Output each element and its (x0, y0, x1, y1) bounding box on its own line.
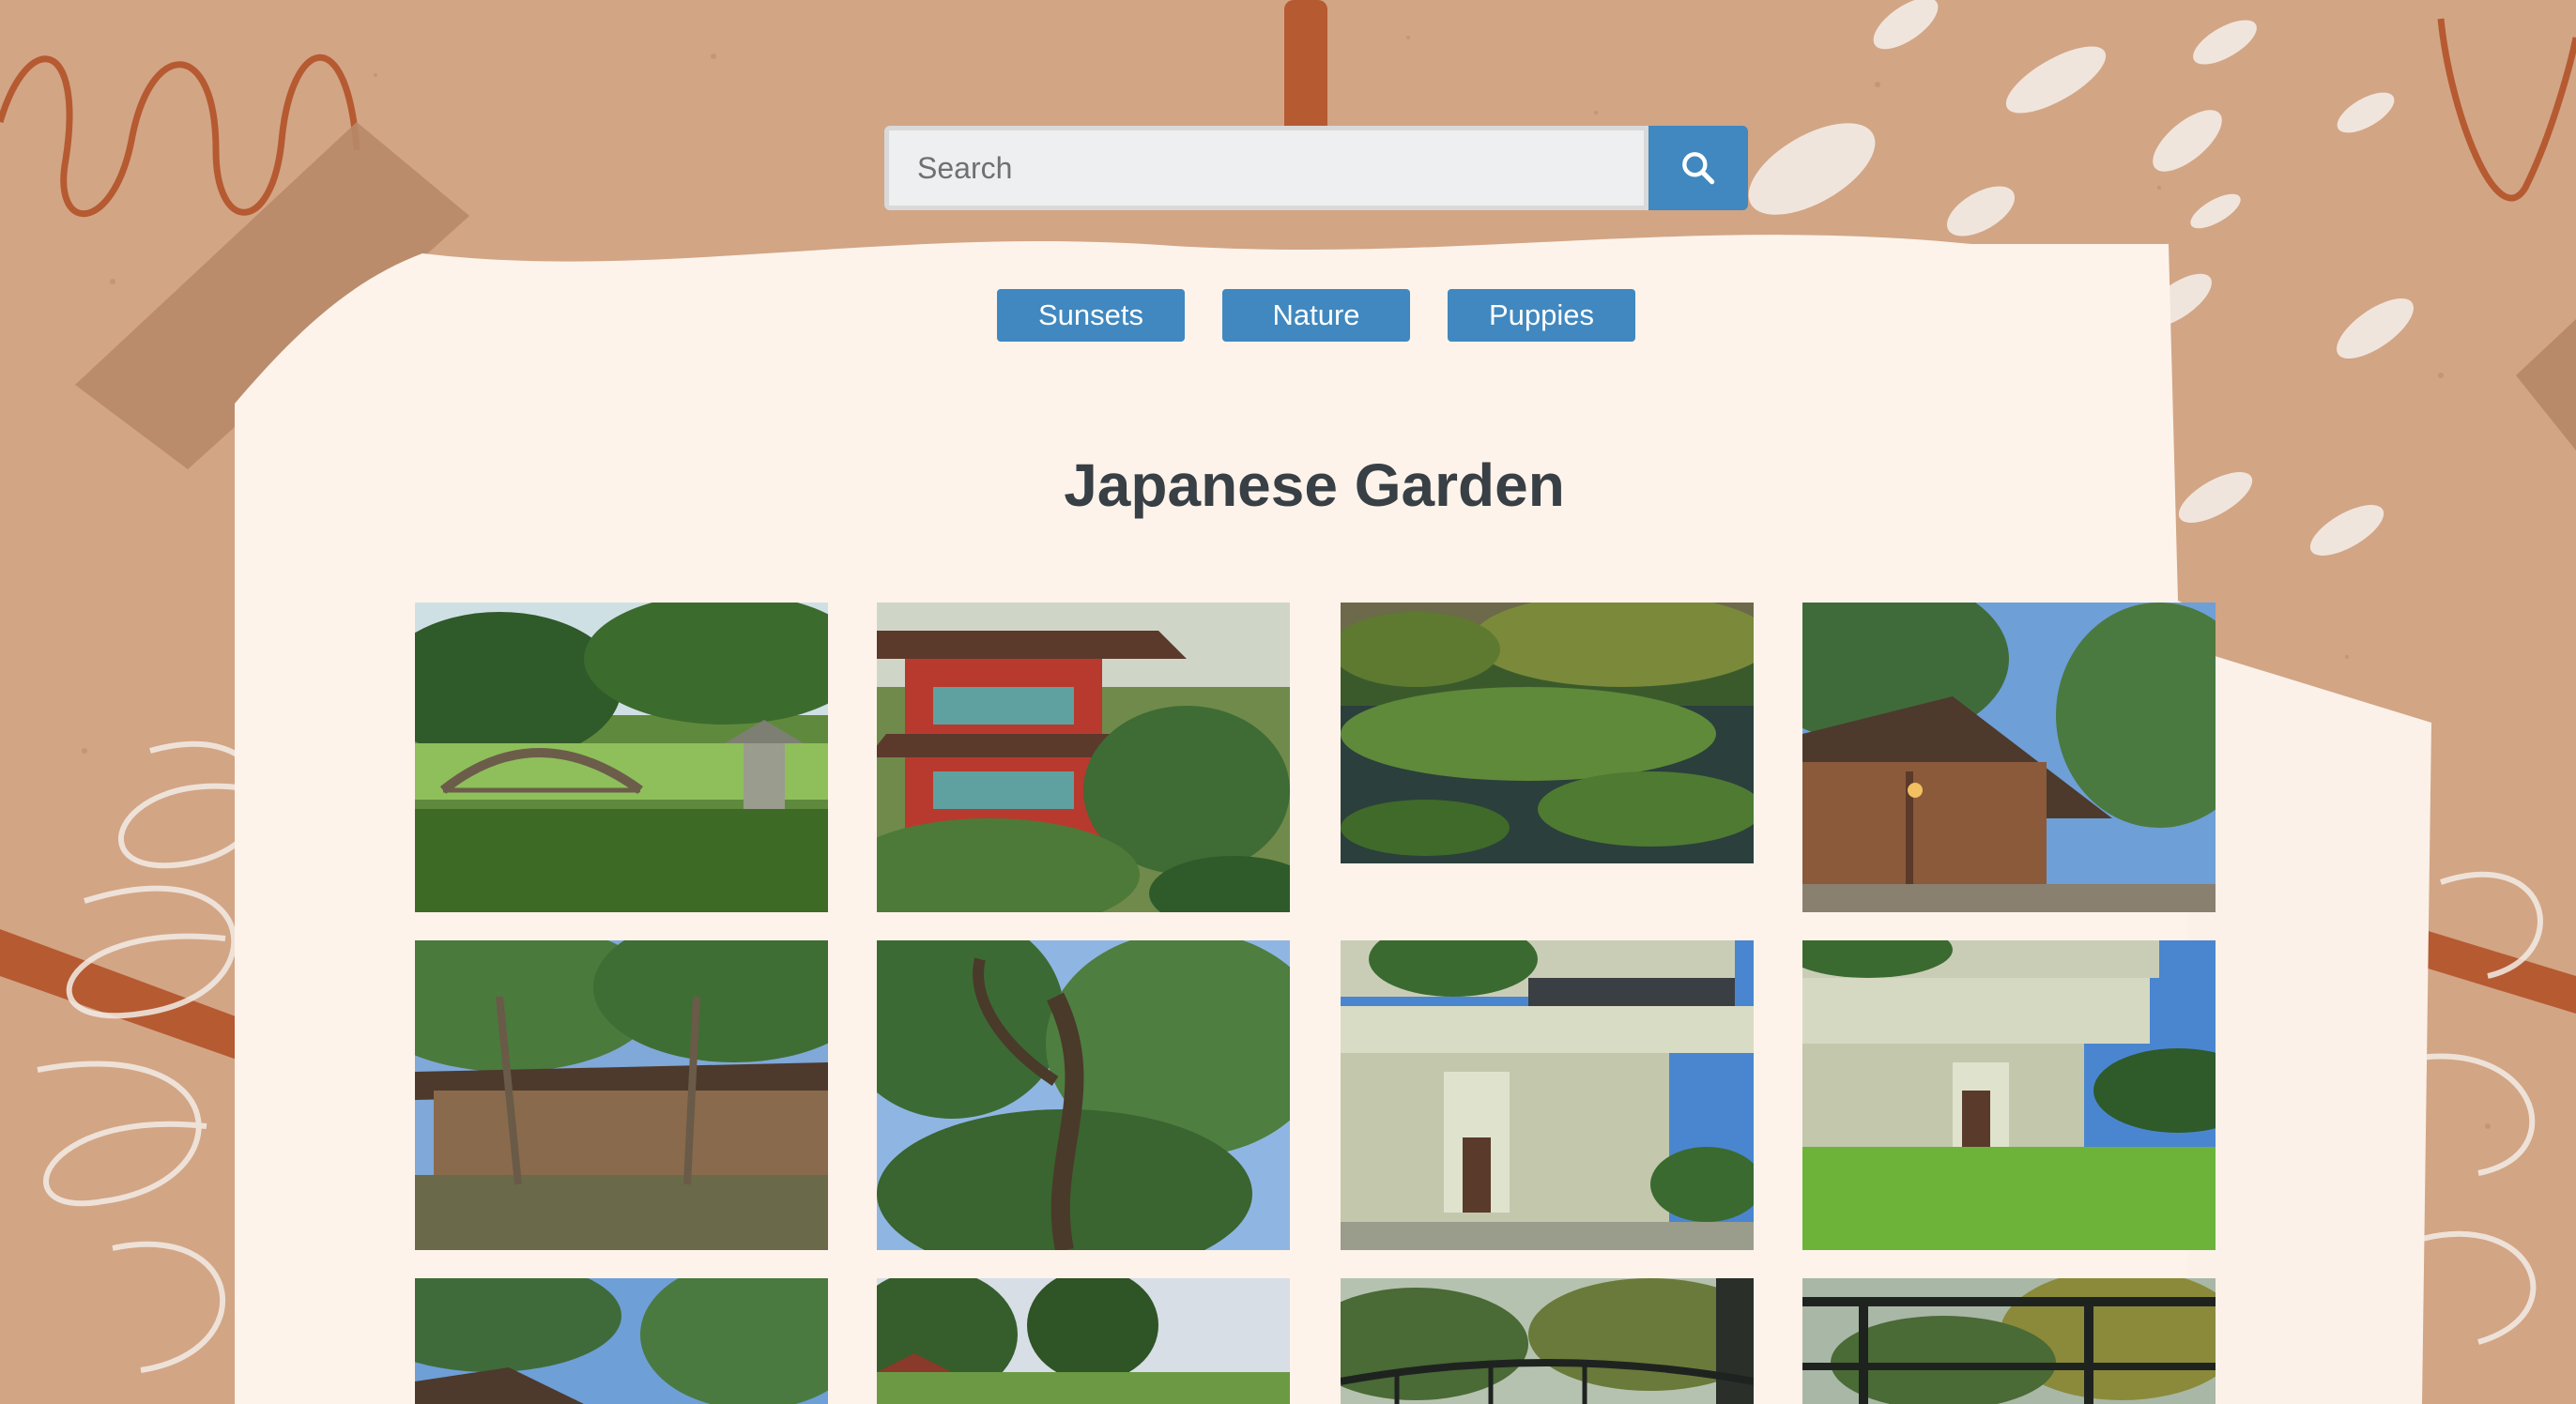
tag-nature-button[interactable]: Nature (1222, 289, 1410, 342)
tag-sunsets-button[interactable]: Sunsets (997, 289, 1185, 342)
photo-autumn-railing[interactable] (1802, 1278, 2216, 1404)
photo-wooden-pavilion[interactable] (1802, 603, 2216, 912)
search-icon (1682, 152, 1715, 185)
gallery-title: Japanese Garden (1064, 451, 1565, 519)
photo-lily-pond[interactable] (1341, 603, 1754, 863)
tag-buttons: Sunsets Nature Puppies (997, 289, 1635, 342)
photo-park-lawn[interactable] (877, 1278, 1290, 1404)
tag-puppies-button[interactable]: Puppies (1448, 289, 1635, 342)
photo-building-lawn[interactable] (1802, 940, 2216, 1250)
photo-red-pagoda[interactable] (877, 603, 1290, 912)
photo-bridge-lantern[interactable] (415, 603, 828, 912)
search-button[interactable] (1648, 126, 1748, 210)
paper-scrap (2187, 648, 2431, 1404)
search-bar (884, 126, 1748, 210)
photo-tree-canopy[interactable] (877, 940, 1290, 1250)
photo-building-under-trees[interactable] (415, 940, 828, 1250)
photo-concrete-building[interactable] (1341, 940, 1754, 1250)
photo-canopy-building[interactable] (415, 1278, 828, 1404)
photo-bridge-railing[interactable] (1341, 1278, 1754, 1404)
search-input[interactable] (884, 126, 1648, 210)
